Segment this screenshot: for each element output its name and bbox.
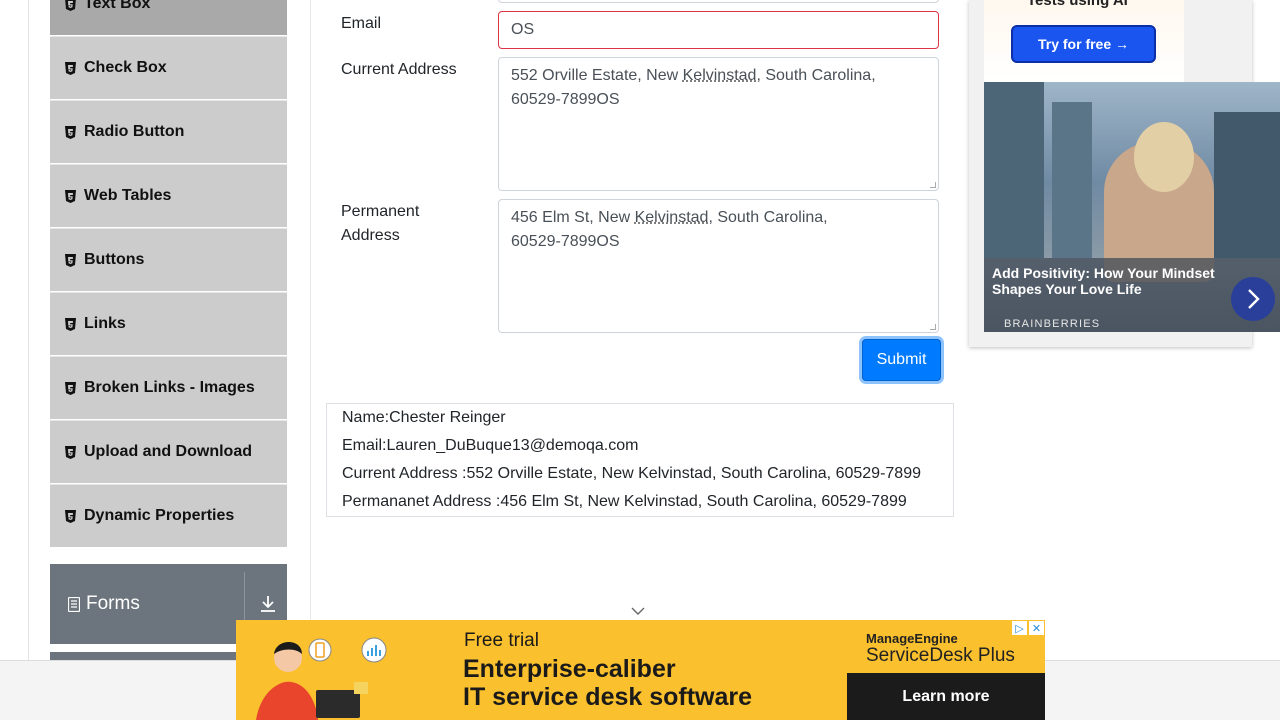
html5-icon: [64, 317, 77, 331]
current-address-line1: 552 Orville Estate, New Kelvinstad, Sout…: [511, 67, 876, 84]
ad-line1: Free trial: [464, 630, 539, 651]
learn-more-button[interactable]: Learn more: [847, 673, 1045, 720]
email-field-value: OS: [511, 21, 535, 38]
sidebar-item-label: Buttons: [84, 251, 145, 268]
html5-icon: [64, 189, 77, 203]
output-email: Email:Lauren_DuBuque13@demoqa.com: [342, 437, 639, 454]
elements-menu: Text Box Check Box Radio Button Web Tabl…: [50, 0, 287, 548]
ad-choices[interactable]: ▷ ✕: [1012, 621, 1044, 635]
email-field[interactable]: OS: [498, 11, 939, 49]
current-address-line2: 60529-7899OS: [511, 91, 620, 108]
ad-tagline: Tests using AI: [1027, 0, 1128, 9]
sidebar-item-radio-button[interactable]: Radio Button: [50, 100, 287, 164]
sidebar-item-label: Text Box: [84, 0, 151, 12]
try-for-free-button[interactable]: Try for free →: [1011, 25, 1156, 63]
document-icon: [68, 596, 80, 612]
sidebar-item-label: Dynamic Properties: [84, 507, 235, 524]
email-label: Email: [341, 15, 382, 32]
permanent-address-textarea[interactable]: 456 Elm St, New Kelvinstad, South Caroli…: [498, 199, 939, 333]
current-address-textarea[interactable]: 552 Orville Estate, New Kelvinstad, Sout…: [498, 57, 939, 191]
sidebar-item-check-box[interactable]: Check Box: [50, 36, 287, 100]
sidebar-item-label: Broken Links - Images: [84, 379, 255, 396]
resize-handle[interactable]: [930, 182, 936, 188]
output-panel: Name:Chester Reinger Email:Lauren_DuBuqu…: [326, 403, 954, 517]
ad-info-icon[interactable]: ▷: [1012, 621, 1027, 635]
sidebar-item-text-box[interactable]: Text Box: [50, 0, 287, 36]
bottom-ad[interactable]: Free trial Enterprise-caliber IT service…: [236, 620, 1045, 720]
sidebar-item-label: Upload and Download: [84, 443, 252, 460]
left-rule: [28, 0, 29, 720]
ad-line3: IT service desk software: [463, 683, 753, 711]
column-divider: [310, 0, 311, 720]
photo-ad[interactable]: Add Positivity: How Your Mindset Shapes …: [984, 82, 1280, 332]
ad-illustration: [256, 637, 387, 720]
output-name: Name:Chester Reinger: [342, 409, 506, 426]
html5-icon: [64, 125, 77, 139]
ad-caption: Add Positivity: How Your Mindset Shapes …: [992, 265, 1215, 297]
html5-icon: [64, 61, 77, 75]
ad-source: BRAINBERRIES: [1004, 318, 1101, 330]
html5-icon: [64, 509, 77, 523]
chevron-right-icon[interactable]: [1231, 277, 1275, 321]
output-current-address: Current Address :552 Orville Estate, New…: [342, 465, 921, 482]
chevron-down-icon[interactable]: [631, 603, 645, 621]
sidebar-group-label: Forms: [86, 593, 140, 614]
page: Text Box Check Box Radio Button Web Tabl…: [0, 0, 1280, 720]
ad-product: ServiceDesk Plus: [866, 645, 1015, 666]
html5-icon: [64, 0, 77, 11]
expand-download-icon[interactable]: [259, 594, 277, 620]
sidebar-item-web-tables[interactable]: Web Tables: [50, 164, 287, 228]
sidebar-item-label: Check Box: [84, 59, 167, 76]
permanent-address-label: Permanent Address: [341, 203, 420, 244]
previous-field-edge: [498, 0, 939, 3]
permanent-address-line2: 60529-7899OS: [511, 233, 620, 250]
html5-icon: [64, 381, 77, 395]
resize-handle[interactable]: [930, 324, 936, 330]
ad-brand: ManageEngine: [866, 631, 958, 646]
html5-icon: [64, 445, 77, 459]
permanent-address-line1: 456 Elm St, New Kelvinstad, South Caroli…: [511, 209, 828, 226]
close-icon[interactable]: ✕: [1029, 621, 1044, 635]
sidebar-item-links[interactable]: Links: [50, 292, 287, 356]
html5-icon: [64, 253, 77, 267]
submit-button[interactable]: Submit: [862, 339, 941, 381]
sidebar-item-label: Web Tables: [84, 187, 172, 204]
ad-line2: Enterprise-caliber: [463, 655, 676, 683]
sidebar-item-upload-and-download[interactable]: Upload and Download: [50, 420, 287, 484]
sidebar-item-label: Radio Button: [84, 123, 185, 140]
sidebar-item-broken-links-images[interactable]: Broken Links - Images: [50, 356, 287, 420]
current-address-label: Current Address: [341, 61, 457, 78]
sidebar-item-dynamic-properties[interactable]: Dynamic Properties: [50, 484, 287, 548]
sidebar-item-buttons[interactable]: Buttons: [50, 228, 287, 292]
sidebar-item-label: Links: [84, 315, 126, 332]
output-permanent-address: Permananet Address :456 Elm St, New Kelv…: [342, 493, 907, 510]
